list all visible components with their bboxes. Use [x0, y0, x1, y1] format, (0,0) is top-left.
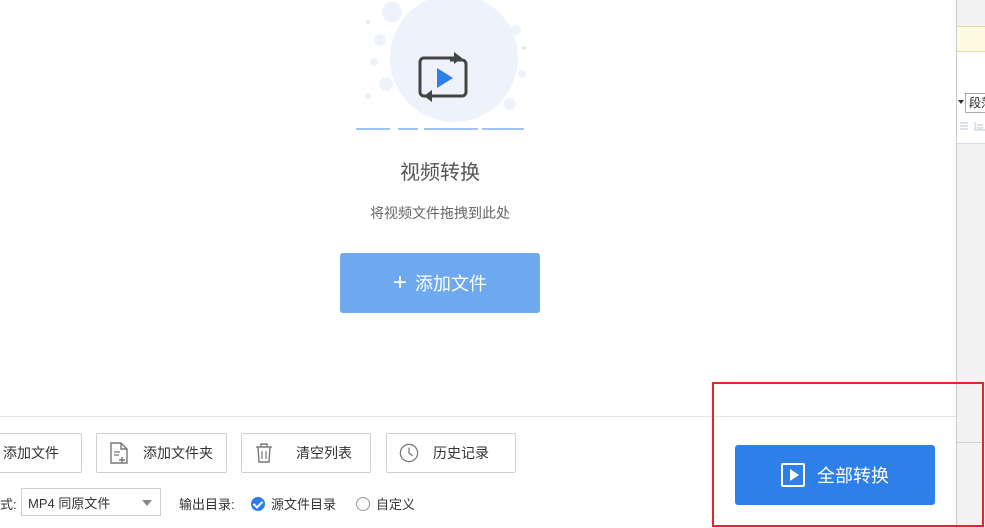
background-chevron-down-icon: [958, 100, 964, 104]
radio-custom-dir[interactable]: 自定义: [356, 494, 415, 513]
add-folder-icon: [109, 442, 129, 464]
output-format-label: 式:: [0, 497, 17, 512]
dropzone-title: 视频转换: [400, 162, 480, 184]
convert-all-button[interactable]: 全部转换: [735, 445, 935, 505]
chevron-down-icon: [142, 500, 152, 506]
background-window: 段落: [956, 0, 985, 528]
background-notice-bar: [957, 26, 985, 52]
background-style-select[interactable]: 段落: [965, 93, 985, 113]
clear-list-label: 清空列表: [296, 445, 352, 461]
add-folder-label: 添加文件夹: [143, 445, 213, 461]
radio-custom-dir-label: 自定义: [376, 497, 416, 512]
output-format-value: MP4 同原文件: [28, 495, 111, 511]
radio-source-dir-label: 源文件目录: [271, 497, 337, 512]
video-convert-illustration-icon: [356, 0, 526, 130]
radio-unchecked-icon: [356, 496, 370, 511]
history-label: 历史记录: [433, 445, 489, 461]
output-format-select[interactable]: MP4 同原文件: [21, 488, 161, 516]
clock-icon: [399, 442, 419, 464]
drop-zone[interactable]: 视频转换 将视频文件拖拽到此处 + 添加文件: [0, 0, 956, 416]
app-root: 视频转换 将视频文件拖拽到此处 + 添加文件 添加文件 添加文件夹 清空列表 历…: [0, 0, 985, 528]
add-file-main-button[interactable]: + 添加文件: [340, 253, 540, 313]
convert-all-label: 全部转换: [817, 466, 889, 486]
background-divider: [957, 442, 985, 443]
dropzone-hint: 将视频文件拖拽到此处: [370, 205, 510, 221]
toolbar-divider: [0, 416, 956, 417]
output-dir-label: 输出目录:: [179, 497, 235, 512]
radio-source-dir[interactable]: 源文件目录: [251, 494, 336, 513]
plus-icon: +: [392, 269, 407, 296]
add-file-main-label: 添加文件: [415, 274, 487, 294]
clear-list-button[interactable]: 清空列表: [241, 433, 371, 473]
play-square-icon: [781, 463, 805, 487]
background-format-icons: [960, 122, 985, 131]
add-file-button[interactable]: 添加文件: [0, 433, 82, 473]
add-folder-button[interactable]: 添加文件夹: [96, 433, 227, 473]
radio-checked-icon: [251, 496, 265, 511]
video-converter-panel: 视频转换 将视频文件拖拽到此处 + 添加文件 添加文件 添加文件夹 清空列表 历…: [0, 0, 956, 528]
trash-icon: [254, 442, 274, 464]
history-button[interactable]: 历史记录: [386, 433, 516, 473]
add-file-label: 添加文件: [3, 445, 59, 461]
